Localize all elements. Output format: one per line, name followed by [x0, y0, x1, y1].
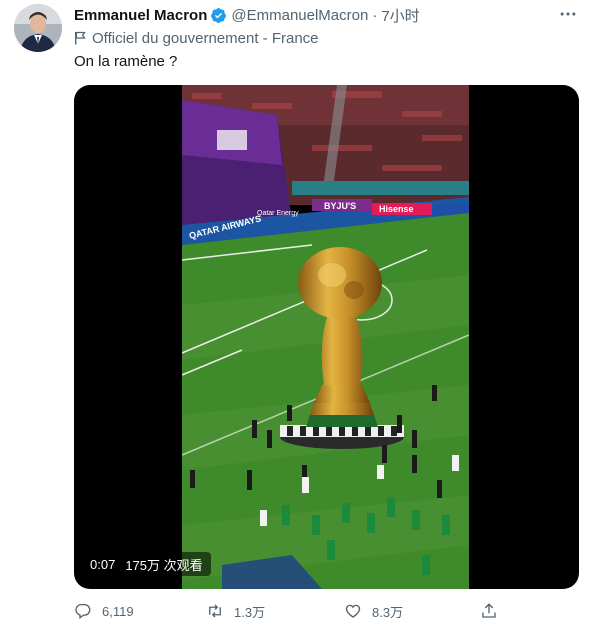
video-views: 175万 次观看	[125, 557, 203, 573]
share-button[interactable]	[480, 598, 508, 624]
tweet-header: Emmanuel Macron @EmmanuelMacron · 7小时	[74, 5, 580, 25]
ad-board-qatar-energy: Qatar Energy	[257, 210, 299, 217]
retweet-button[interactable]: 1.3万	[206, 598, 265, 624]
ad-board-byjus: BYJU'S	[324, 201, 356, 211]
verified-badge-icon	[210, 7, 227, 24]
stadium-scene: BYJU'S Hisense Qatar Energy QATAR AIRWAY…	[182, 85, 469, 589]
retweet-icon	[209, 604, 221, 618]
like-icon	[345, 604, 361, 618]
video-overlay: 0:07 175万 次观看	[82, 552, 211, 576]
separator-dot: ·	[372, 6, 378, 24]
government-label: Officiel du gouvernement - France	[74, 29, 319, 47]
like-button[interactable]: 8.3万	[344, 598, 403, 624]
flag-icon	[75, 31, 86, 45]
ad-board-hisense: Hisense	[379, 204, 414, 214]
share-icon	[482, 603, 496, 618]
author-name[interactable]: Emmanuel Macron	[74, 7, 207, 24]
video-frame[interactable]: BYJU'S Hisense Qatar Energy QATAR AIRWAY…	[182, 85, 469, 589]
retweet-count: 1.3万	[234, 604, 266, 620]
author-handle[interactable]: @EmmanuelMacron	[231, 7, 368, 24]
reply-button[interactable]: 6,119	[74, 598, 134, 624]
government-label-text: Officiel du gouvernement - France	[92, 29, 319, 47]
avatar[interactable]	[14, 4, 62, 52]
avatar-image	[14, 4, 62, 52]
video-duration: 0:07	[90, 556, 116, 572]
like-count: 8.3万	[372, 604, 404, 620]
reply-icon	[75, 603, 91, 620]
reply-count: 6,119	[102, 603, 134, 619]
video-player[interactable]: BYJU'S Hisense Qatar Energy QATAR AIRWAY…	[74, 85, 579, 589]
tweet-text: On la ramène ?	[74, 53, 178, 70]
tweet-timestamp[interactable]: 7小时	[381, 5, 419, 26]
more-icon[interactable]	[556, 3, 580, 25]
tweet-actions: 6,119 1.3万 8.3万	[70, 598, 510, 624]
